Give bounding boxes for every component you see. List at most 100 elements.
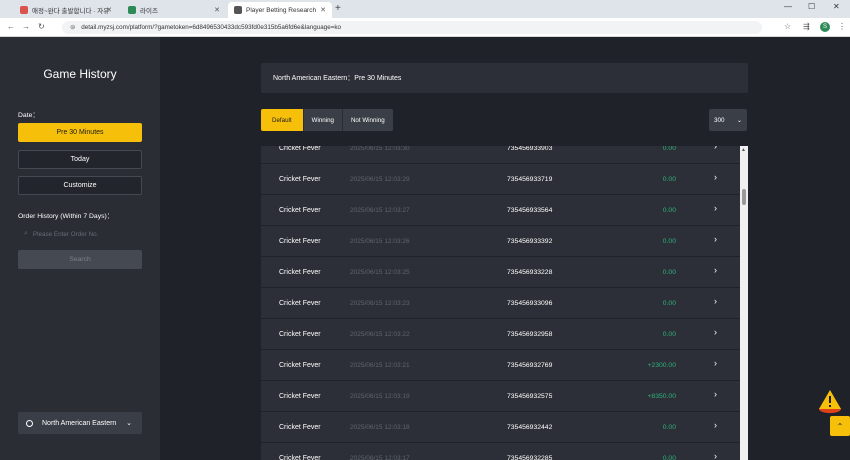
globe-icon bbox=[26, 419, 33, 427]
close-window-icon[interactable]: ✕ bbox=[833, 2, 840, 11]
scroll-up-icon[interactable]: ▲ bbox=[741, 147, 746, 153]
close-icon[interactable]: ✕ bbox=[106, 6, 112, 14]
table-row[interactable]: Cricket Fever 2025/06/15 12:03:18 73545693… bbox=[261, 412, 740, 443]
bet-time: 2025/06/15 12:03:22 bbox=[350, 331, 410, 338]
bookmark-star-icon[interactable]: ☆ bbox=[784, 22, 791, 31]
table-row[interactable]: Cricket Fever 2025/06/15 12:03:23 73545693… bbox=[261, 288, 740, 319]
bet-time: 2025/06/15 12:03:23 bbox=[350, 300, 410, 307]
tab-label: 라이즈 bbox=[140, 8, 158, 15]
win-amount: 0.00 bbox=[662, 176, 676, 183]
today-button[interactable]: Today bbox=[18, 150, 142, 169]
game-name: Cricket Fever bbox=[279, 300, 321, 307]
chevron-right-icon[interactable]: › bbox=[714, 146, 717, 151]
chevron-right-icon[interactable]: › bbox=[714, 172, 717, 182]
bet-time: 2025/06/15 12:03:26 bbox=[350, 238, 410, 245]
maximize-icon[interactable]: ☐ bbox=[808, 2, 815, 11]
game-name: Cricket Fever bbox=[279, 176, 321, 183]
menu-dots-icon[interactable]: ⋮ bbox=[838, 22, 846, 31]
order-number: 735456933228 bbox=[507, 269, 553, 276]
order-number: 735456933564 bbox=[507, 207, 553, 214]
table-row[interactable]: Cricket Fever 2025/06/15 12:03:27 73545693… bbox=[261, 195, 740, 226]
table-row[interactable]: Cricket Fever 2025/06/15 12:03:30 73545693… bbox=[261, 146, 740, 164]
browser-tab-1[interactable]: 애정~완다 출발합니다 · 자유 ✕ bbox=[14, 2, 118, 18]
chevron-right-icon[interactable]: › bbox=[714, 296, 717, 306]
filter-winning[interactable]: Winning bbox=[304, 109, 343, 131]
table-row[interactable]: Cricket Fever 2025/06/15 12:03:25 73545693… bbox=[261, 257, 740, 288]
table-row[interactable]: Cricket Fever 2025/06/15 12:03:17 73545693… bbox=[261, 443, 740, 460]
table-row[interactable]: Cricket Fever 2025/06/15 12:03:22 73545693… bbox=[261, 319, 740, 350]
chevron-right-icon[interactable]: › bbox=[714, 389, 717, 399]
search-button[interactable]: Search bbox=[18, 250, 142, 269]
search-icon: ⌕ bbox=[24, 230, 28, 237]
order-number: 735456932442 bbox=[507, 424, 553, 431]
win-amount: 0.00 bbox=[662, 300, 676, 307]
table-row[interactable]: Cricket Fever 2025/06/15 12:03:29 73545693… bbox=[261, 164, 740, 195]
tab-label: Player Betting Research bbox=[246, 6, 317, 14]
back-icon[interactable]: ← bbox=[7, 22, 15, 31]
game-name: Cricket Fever bbox=[279, 238, 321, 245]
filter-not-winning[interactable]: Not Winning bbox=[343, 109, 393, 131]
history-header: North American Eastern：Pre 30 Minutes bbox=[261, 63, 748, 93]
bet-time: 2025/06/15 12:03:27 bbox=[350, 207, 410, 214]
bet-time: 2025/06/15 12:03:17 bbox=[350, 455, 410, 460]
url-text: detail.myzsj.com/platform/?gametoken=6d8… bbox=[81, 24, 342, 31]
filter-default[interactable]: Default bbox=[261, 109, 304, 131]
scrollbar[interactable]: ▲ bbox=[740, 146, 748, 460]
order-number: 735456932285 bbox=[507, 455, 553, 460]
game-name: Cricket Fever bbox=[279, 207, 321, 214]
scroll-to-top-button[interactable]: ⌃ bbox=[830, 416, 850, 436]
game-name: Cricket Fever bbox=[279, 424, 321, 431]
minimize-icon[interactable]: — bbox=[784, 2, 792, 11]
win-amount: 0.00 bbox=[662, 238, 676, 245]
order-number: 735456932769 bbox=[507, 362, 553, 369]
chevron-down-icon: ⌄ bbox=[126, 420, 132, 427]
close-icon[interactable]: ✕ bbox=[320, 6, 326, 14]
chevron-right-icon[interactable]: › bbox=[714, 265, 717, 275]
game-name: Cricket Fever bbox=[279, 393, 321, 400]
win-amount: 0.00 bbox=[662, 207, 676, 214]
chevron-right-icon[interactable]: › bbox=[714, 327, 717, 337]
browser-tab-2[interactable]: 라이즈 ✕ bbox=[122, 2, 226, 18]
order-history-label: Order History (Within 7 Days)： bbox=[18, 213, 114, 220]
game-name: Cricket Fever bbox=[279, 331, 321, 338]
chevron-down-icon: ⌄ bbox=[736, 117, 742, 124]
new-tab-icon[interactable]: + bbox=[335, 3, 341, 14]
customize-button[interactable]: Customize bbox=[18, 176, 142, 195]
game-name: Cricket Fever bbox=[279, 362, 321, 369]
history-list: Cricket Fever 2025/06/15 12:03:30 73545693… bbox=[261, 146, 740, 460]
close-icon[interactable]: ✕ bbox=[214, 6, 220, 14]
game-name: Cricket Fever bbox=[279, 146, 321, 152]
win-amount: 0.00 bbox=[662, 331, 676, 338]
forward-icon[interactable]: → bbox=[22, 22, 30, 31]
browser-tab-3[interactable]: Player Betting Research ✕ bbox=[228, 2, 332, 18]
reload-icon[interactable]: ↻ bbox=[38, 22, 45, 31]
region-select[interactable]: North American Eastern ⌄ bbox=[18, 412, 142, 434]
bet-time: 2025/06/15 12:03:30 bbox=[350, 146, 410, 152]
table-row[interactable]: Cricket Fever 2025/06/15 12:03:19 73545693… bbox=[261, 381, 740, 412]
filter-tabs: Default Winning Not Winning bbox=[261, 109, 393, 131]
page-size-select[interactable]: 300 ⌄ bbox=[709, 109, 747, 131]
chevron-right-icon[interactable]: › bbox=[714, 420, 717, 430]
order-number: 735456933096 bbox=[507, 300, 553, 307]
region-label: North American Eastern bbox=[42, 419, 117, 427]
url-field[interactable]: ⊜ detail.myzsj.com/platform/?gametoken=6… bbox=[62, 21, 762, 34]
order-search-input[interactable]: ⌕ Please Enter Order No. bbox=[18, 225, 142, 243]
site-info-icon[interactable]: ⊜ bbox=[70, 24, 75, 31]
pre-30-minutes-button[interactable]: Pre 30 Minutes bbox=[18, 123, 142, 142]
chevron-right-icon[interactable]: › bbox=[714, 358, 717, 368]
table-row[interactable]: Cricket Fever 2025/06/15 12:03:26 73545693… bbox=[261, 226, 740, 257]
extensions-icon[interactable]: ⇶ bbox=[803, 22, 810, 31]
browser-tab-bar: 애정~완다 출발합니다 · 자유 ✕ 라이즈 ✕ Player Betting … bbox=[0, 0, 850, 18]
tab-favicon bbox=[234, 6, 242, 14]
chevron-right-icon[interactable]: › bbox=[714, 234, 717, 244]
chevron-right-icon[interactable]: › bbox=[714, 203, 717, 213]
page-size-value: 300 bbox=[714, 116, 725, 124]
bet-time: 2025/06/15 12:03:18 bbox=[350, 424, 410, 431]
win-amount: 0.00 bbox=[662, 424, 676, 431]
chevron-right-icon[interactable]: › bbox=[714, 451, 717, 460]
table-row[interactable]: Cricket Fever 2025/06/15 12:03:21 73545693… bbox=[261, 350, 740, 381]
page-title: Game History bbox=[43, 67, 117, 81]
scrollbar-thumb[interactable] bbox=[742, 189, 746, 205]
profile-avatar[interactable]: S bbox=[820, 22, 830, 32]
warning-icon[interactable] bbox=[817, 388, 843, 414]
